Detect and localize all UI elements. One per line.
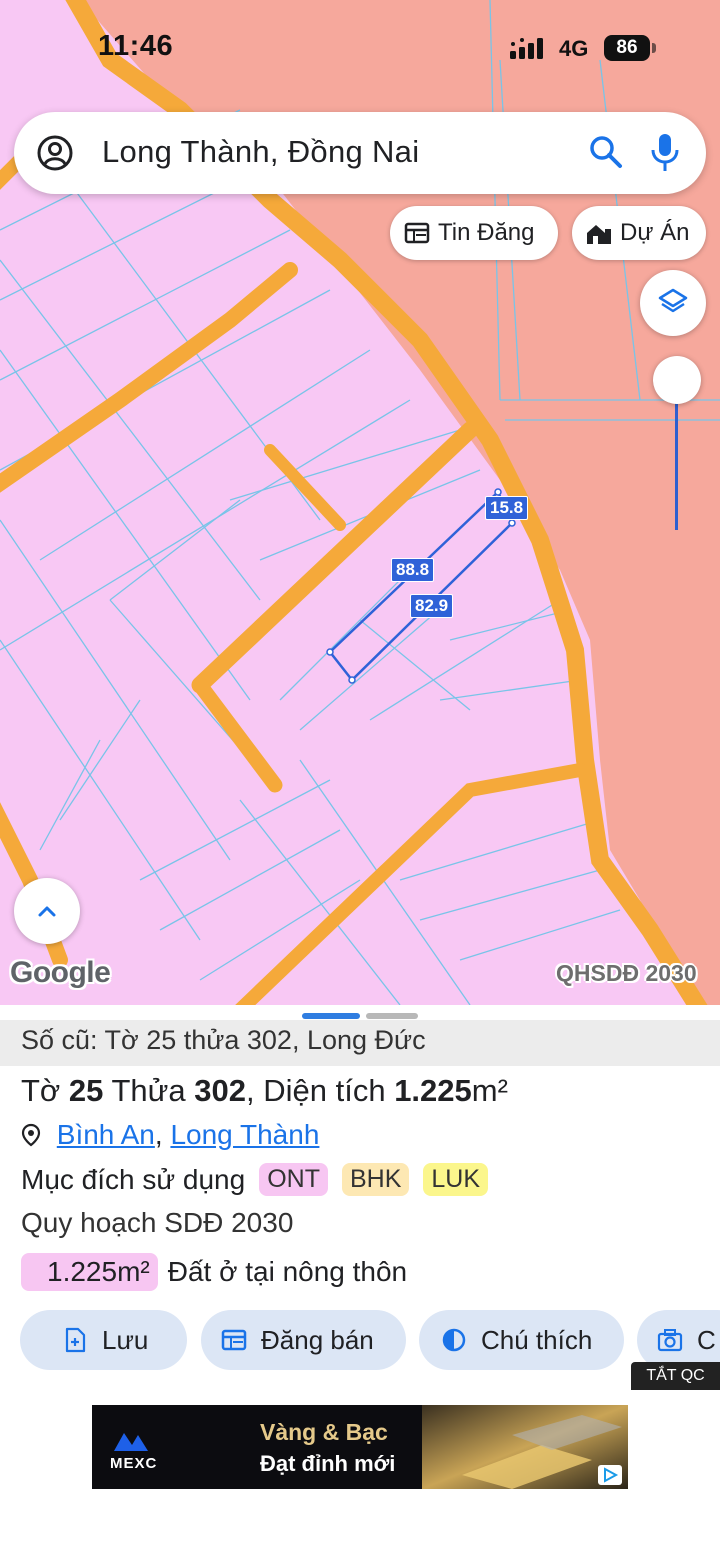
- projects-chip[interactable]: Dự Án: [572, 206, 706, 260]
- area-label: Diện tích: [263, 1073, 386, 1108]
- listing-icon: [221, 1329, 247, 1351]
- network-type: 4G: [559, 36, 589, 61]
- parcel-sheet: Số cũ: Tờ 25 thửa 302, Long Đức Tờ 25 Th…: [0, 1005, 720, 1560]
- planning-use-text: Đất ở tại nông thôn: [167, 1256, 408, 1287]
- planning-label: Quy hoạch SDĐ 2030: [21, 1207, 294, 1238]
- search-bar[interactable]: Long Thành, Đồng Nai: [14, 112, 706, 194]
- legend-button[interactable]: Chú thích: [419, 1310, 624, 1370]
- area-unit: m²: [471, 1073, 508, 1108]
- sheet-number: 25: [68, 1073, 104, 1108]
- search-icon[interactable]: [588, 134, 624, 170]
- layers-button[interactable]: [640, 270, 706, 336]
- chevron-up-icon: [38, 906, 56, 917]
- opacity-slider-thumb[interactable]: [653, 356, 701, 404]
- mic-icon[interactable]: [650, 132, 680, 172]
- legend-label: Chú thích: [481, 1324, 593, 1355]
- adchoices-icon[interactable]: [598, 1465, 622, 1485]
- save-button[interactable]: Lưu: [20, 1310, 187, 1370]
- camera-icon: [657, 1329, 683, 1352]
- old-info-bar: Số cũ: Tờ 25 thửa 302, Long Đức: [0, 1020, 720, 1066]
- land-use-tag-ont[interactable]: ONT: [259, 1163, 328, 1196]
- land-use-row: Mục đích sử dụng ONT BHK LUK: [21, 1163, 489, 1196]
- dimension-label-short-side: 82.9: [410, 594, 454, 618]
- capture-button[interactable]: C: [637, 1310, 720, 1370]
- ad-subline: Đạt đỉnh mới: [260, 1451, 396, 1476]
- save-file-icon: [65, 1327, 86, 1353]
- close-ad-button[interactable]: TẮT QC: [631, 1362, 720, 1390]
- plot-number: 302: [194, 1073, 246, 1108]
- location-pin-icon: [21, 1123, 41, 1147]
- map-view[interactable]: 15.8 88.8 82.9 11:46 4G 86 Long Thành, Đ…: [0, 0, 720, 1005]
- expand-up-button[interactable]: [14, 878, 80, 944]
- dimension-label-width: 15.8: [485, 496, 529, 520]
- location-row: Bình An, Long Thành: [21, 1119, 319, 1151]
- layers-icon: [658, 288, 688, 313]
- plot-label: Thửa: [111, 1073, 186, 1108]
- listings-chip-label: Tin Đăng: [438, 219, 535, 246]
- planning-area-chip: 1.225m²: [21, 1253, 158, 1291]
- sheet-handle-active[interactable]: [302, 1013, 360, 1019]
- google-attribution: Google: [10, 956, 111, 989]
- battery-level: 86: [604, 35, 650, 61]
- ad-brand: MEXC: [110, 1455, 158, 1472]
- location-separator: ,: [154, 1119, 171, 1150]
- sheet-label: Tờ: [21, 1073, 61, 1108]
- post-sale-label: Đăng bán: [261, 1324, 374, 1355]
- battery-tip: [652, 43, 656, 53]
- building-icon: [587, 225, 611, 244]
- search-input[interactable]: Long Thành, Đồng Nai: [102, 134, 419, 170]
- old-parcel-info: Số cũ: Tờ 25 thửa 302, Long Đức: [21, 1025, 426, 1055]
- parcel-title: Tờ 25 Thửa 302, Diện tích 1.225m²: [21, 1073, 508, 1109]
- map-layer-label: QHSDĐ 2030: [556, 960, 697, 986]
- district-link[interactable]: Long Thành: [170, 1119, 319, 1150]
- account-icon[interactable]: [36, 134, 74, 172]
- action-bar: Lưu Đăng bán Chú thích C: [20, 1310, 720, 1370]
- capture-label: C: [697, 1324, 716, 1355]
- dimension-label-long-side: 88.8: [391, 558, 435, 582]
- status-time: 11:46: [98, 30, 174, 62]
- title-comma: ,: [245, 1073, 255, 1108]
- listings-chip[interactable]: Tin Đăng: [390, 206, 558, 260]
- land-use-tag-luk[interactable]: LUK: [423, 1163, 489, 1196]
- post-sale-button[interactable]: Đăng bán: [201, 1310, 406, 1370]
- land-use-tag-bhk[interactable]: BHK: [341, 1163, 410, 1196]
- status-bar: 11:46 4G 86: [0, 0, 720, 100]
- area-value: 1.225: [394, 1073, 472, 1108]
- contrast-icon: [442, 1328, 466, 1352]
- planning-area-row: 1.225m² Đất ở tại nông thôn: [21, 1253, 407, 1291]
- projects-chip-label: Dự Án: [620, 219, 690, 246]
- listing-icon: [404, 222, 430, 244]
- land-use-label: Mục đích sử dụng: [21, 1163, 246, 1195]
- cellular-signal-icon: [510, 38, 543, 59]
- save-button-label: Lưu: [102, 1324, 149, 1355]
- sheet-handle-inactive[interactable]: [366, 1013, 418, 1019]
- ad-headline: Vàng & Bạc: [260, 1419, 388, 1445]
- ward-link[interactable]: Bình An: [57, 1119, 155, 1150]
- ad-banner[interactable]: MEXC Vàng & Bạc Đạt đỉnh mới: [92, 1405, 628, 1489]
